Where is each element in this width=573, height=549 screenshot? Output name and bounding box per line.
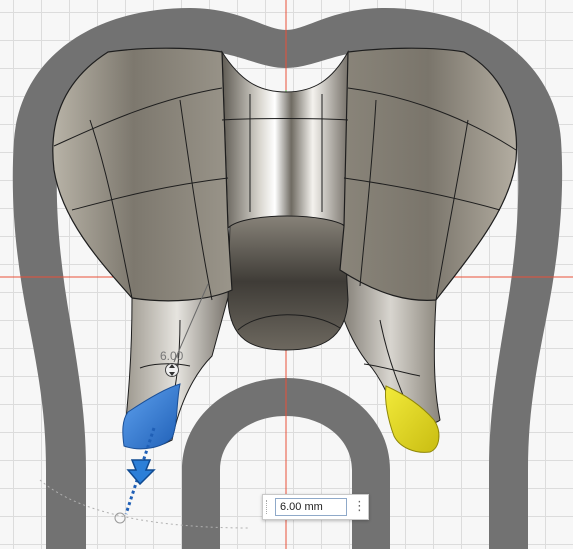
more-options-icon[interactable]: ⋮ [353,498,366,516]
dimension-label: 6.00 [160,349,184,363]
viewport-scene: 6.00 [0,0,573,549]
pivot-point-icon [114,512,126,524]
drag-grip[interactable] [266,500,270,514]
extrude-arrow-icon[interactable] [126,459,156,486]
distance-input[interactable] [275,498,347,516]
3d-viewport[interactable]: 6.00 ⋮ [0,0,573,549]
dimension-input-box: ⋮ [262,494,369,520]
